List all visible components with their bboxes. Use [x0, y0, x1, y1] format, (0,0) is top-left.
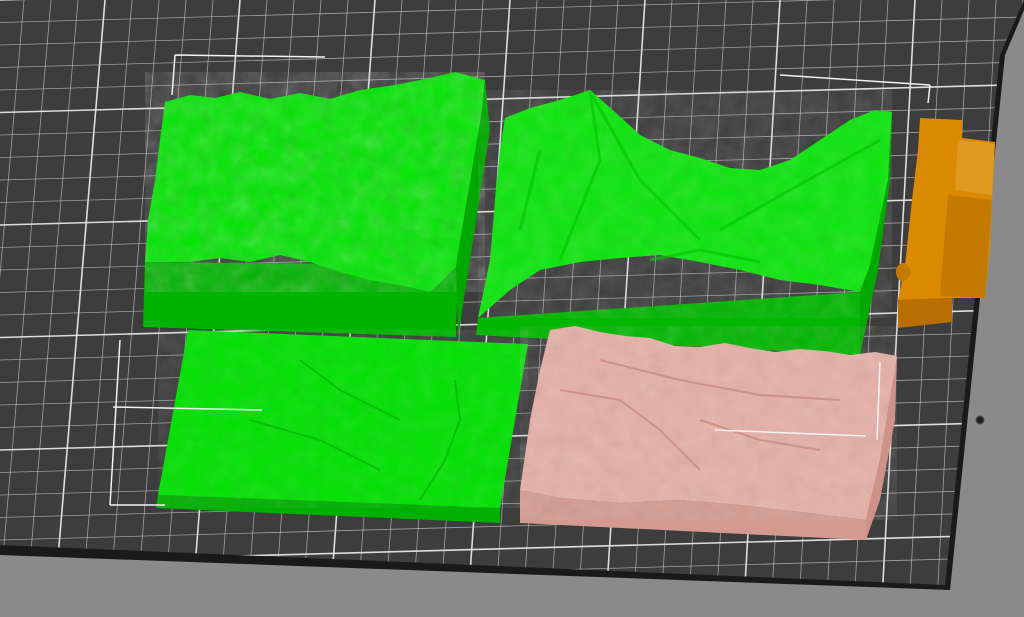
- model-top-texture: [158, 330, 528, 508]
- 3d-viewport[interactable]: [0, 0, 1024, 617]
- terrain-model-4[interactable]: [520, 326, 897, 540]
- model-top-texture: [145, 72, 485, 292]
- terrain-model-3[interactable]: [156, 330, 528, 523]
- model-knob: [896, 263, 910, 281]
- plate-screw: [975, 415, 985, 425]
- grid-line-v: [1018, 0, 1024, 585]
- scene-canvas[interactable]: [0, 0, 1024, 617]
- terrain-model-1[interactable]: [143, 72, 490, 337]
- model-block-face-2: [955, 140, 995, 195]
- model-block-face: [940, 195, 992, 298]
